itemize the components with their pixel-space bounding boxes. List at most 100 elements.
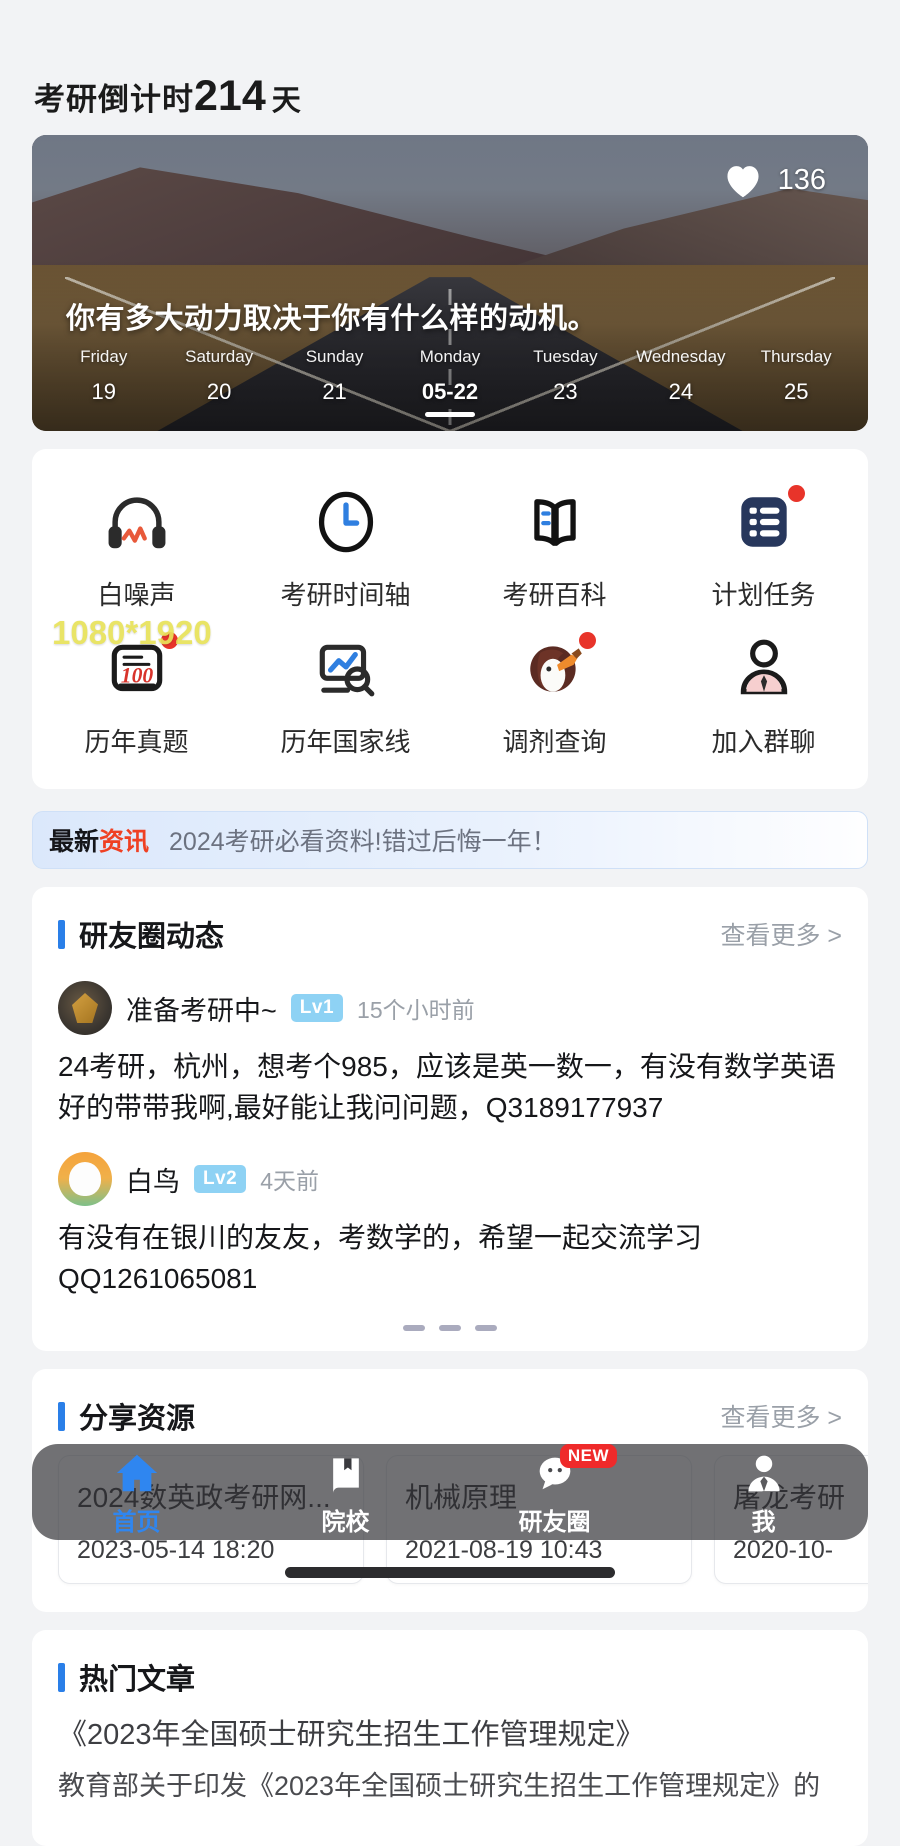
- moments-title: 研友圈动态: [79, 921, 225, 953]
- notification-badge: [160, 632, 178, 649]
- quick-actions-grid: 白噪声 考研时间轴 考研百科 计划任务 100 历年真题 历年国家线 调剂查询 …: [32, 449, 868, 789]
- day-name: Tuesday: [533, 347, 598, 366]
- moments-more-link[interactable]: 查看更多 >: [720, 916, 842, 952]
- day-name: Saturday: [185, 347, 254, 366]
- level-badge: Lv2: [194, 1165, 247, 1194]
- moment-post[interactable]: 准备考研中~ Lv1 15个小时前 24考研，杭州，想考个985，应该是英一数一…: [32, 961, 868, 1132]
- section-accent-bar: [58, 1401, 65, 1431]
- grid-label: 加入群聊: [711, 727, 816, 757]
- nav-item-moments[interactable]: NEW 研友圈: [450, 1443, 659, 1537]
- news-ticker[interactable]: 最新资讯 2024考研必看资料!错过后悔一年！: [32, 811, 868, 869]
- post-time: 15个小时前: [357, 997, 475, 1023]
- resources-title: 分享资源: [79, 1403, 196, 1436]
- resource-date: 2020-10-: [733, 1536, 834, 1565]
- day-date: 24: [668, 379, 694, 404]
- moments-header: 研友圈动态 查看更多 >: [32, 887, 868, 961]
- open-book-icon: [518, 485, 592, 559]
- post-time: 4天前: [260, 1168, 320, 1195]
- notification-badge: [787, 485, 805, 502]
- day-name: Wednesday: [636, 347, 726, 366]
- articles-card: 热门文章 《2023年全国硕士研究生招生工作管理规定》 教育部关于印发《2023…: [32, 1630, 868, 1846]
- grid-item-national-line[interactable]: 历年国家线: [241, 618, 450, 765]
- day-cell[interactable]: Tuesday 23: [508, 347, 623, 417]
- post-text: 24考研，杭州，想考个985，应该是英一数一，有没有数学英语好的带带我啊,最好能…: [58, 1051, 836, 1123]
- day-name: Sunday: [305, 347, 364, 366]
- resource-date: 2023-05-14 18:20: [77, 1536, 275, 1565]
- section-accent-bar: [58, 1662, 65, 1692]
- nav-label: 我: [751, 1508, 776, 1536]
- day-cell[interactable]: Thursday 25: [739, 347, 854, 417]
- day-date: 21: [322, 379, 347, 404]
- week-strip[interactable]: Friday 19 Saturday 20 Sunday 21 Monday 0…: [32, 347, 868, 417]
- article-subtitle: 教育部关于印发《2023年全国硕士研究生招生工作管理规定》的: [58, 1770, 821, 1801]
- day-indicator: [424, 412, 475, 417]
- nav-label: 院校: [321, 1508, 370, 1536]
- grid-label: 考研时间轴: [280, 580, 411, 610]
- day-cell[interactable]: Sunday 21: [277, 347, 392, 417]
- post-header: 准备考研中~ Lv1 15个小时前: [58, 971, 842, 1041]
- day-name: Thursday: [760, 347, 832, 366]
- avatar[interactable]: [58, 1152, 112, 1207]
- grid-item-timeline[interactable]: 考研时间轴: [241, 471, 450, 618]
- pagination-dot[interactable]: [439, 1325, 461, 1332]
- day-cell[interactable]: Saturday 20: [161, 347, 276, 417]
- like-count: 136: [777, 163, 826, 196]
- like-control[interactable]: 136: [722, 161, 826, 199]
- avatar[interactable]: [58, 981, 112, 1035]
- chart-search-icon: [309, 632, 383, 706]
- hero-quote: 你有多大动力取决于你有什么样的动机。: [66, 303, 598, 335]
- resources-more-link[interactable]: 查看更多 >: [720, 1398, 842, 1434]
- day-cell-selected[interactable]: Monday 05-22: [392, 347, 507, 417]
- grid-item-join-group[interactable]: 加入群聊: [659, 618, 868, 765]
- level-badge: Lv1: [290, 994, 344, 1022]
- moment-post[interactable]: 白鸟 Lv2 4天前 有没有在银川的友友，考数学的，希望一起交流学习QQ1261…: [32, 1132, 868, 1303]
- task-list-icon: [727, 485, 805, 559]
- pagination-dot[interactable]: [403, 1325, 425, 1332]
- grid-item-past-papers[interactable]: 100 历年真题: [32, 618, 241, 765]
- day-date: 25: [784, 379, 809, 404]
- nav-item-profile[interactable]: 我: [659, 1448, 868, 1537]
- articles-header: 热门文章: [32, 1630, 868, 1704]
- news-tag-black: 最新: [49, 828, 100, 856]
- day-date: 23: [553, 379, 578, 404]
- nav-item-home[interactable]: 首页: [32, 1448, 241, 1537]
- nav-item-schools[interactable]: 院校: [241, 1448, 450, 1537]
- headphones-icon: [100, 485, 174, 559]
- app-screen: 考研倒计时 214 天 136 你有多大动力取决于你有什么样的动机。 Frida…: [0, 0, 900, 1846]
- article-item[interactable]: 《2023年全国硕士研究生招生工作管理规定》 教育部关于印发《2023年全国硕士…: [32, 1704, 868, 1846]
- grid-item-adjustment-query[interactable]: 调剂查询: [450, 618, 659, 765]
- grid-label: 调剂查询: [502, 727, 607, 757]
- day-cell[interactable]: Friday 19: [46, 347, 161, 417]
- profile-icon: [739, 1448, 789, 1498]
- day-name: Friday: [80, 347, 128, 366]
- pagination-dot[interactable]: [475, 1325, 497, 1332]
- day-cell[interactable]: Wednesday 24: [623, 347, 738, 417]
- section-accent-bar: [58, 919, 65, 949]
- day-date: 20: [206, 379, 232, 404]
- post-username: 白鸟: [126, 1166, 180, 1197]
- heart-icon[interactable]: [722, 161, 764, 199]
- articles-title: 热门文章: [79, 1664, 196, 1697]
- grid-item-white-noise[interactable]: 白噪声: [32, 471, 241, 618]
- clock-icon: [309, 485, 383, 559]
- nav-new-badge: NEW: [559, 1443, 617, 1468]
- news-text: 2024考研必看资料!错过后悔一年！: [169, 828, 557, 856]
- carousel-pagination[interactable]: [32, 1303, 868, 1351]
- grid-item-plan-tasks[interactable]: 计划任务: [659, 471, 868, 618]
- day-name: Monday: [419, 347, 481, 366]
- hero-banner[interactable]: 136 你有多大动力取决于你有什么样的动机。 Friday 19 Saturda…: [32, 135, 868, 431]
- countdown-unit: 天: [271, 85, 301, 117]
- news-tag: 最新资讯: [49, 822, 149, 858]
- bottom-navigation: 首页 院校 NEW 研友圈 我: [32, 1443, 868, 1540]
- grid-item-encyclopedia[interactable]: 考研百科: [450, 471, 659, 618]
- person-group-icon: [727, 632, 801, 706]
- article-title: 《2023年全国硕士研究生招生工作管理规定》: [58, 1719, 645, 1752]
- post-text: 有没有在银川的友友，考数学的，希望一起交流学习QQ1261065081: [58, 1222, 703, 1294]
- grid-label: 历年真题: [84, 727, 189, 757]
- post-header: 白鸟 Lv2 4天前: [58, 1142, 842, 1212]
- countdown-header: 考研倒计时 214 天: [0, 0, 900, 135]
- resource-date: 2021-08-19 10:43: [405, 1536, 603, 1565]
- notification-badge: [578, 632, 596, 649]
- post-username: 准备考研中~: [126, 995, 277, 1026]
- day-date: 19: [91, 379, 116, 404]
